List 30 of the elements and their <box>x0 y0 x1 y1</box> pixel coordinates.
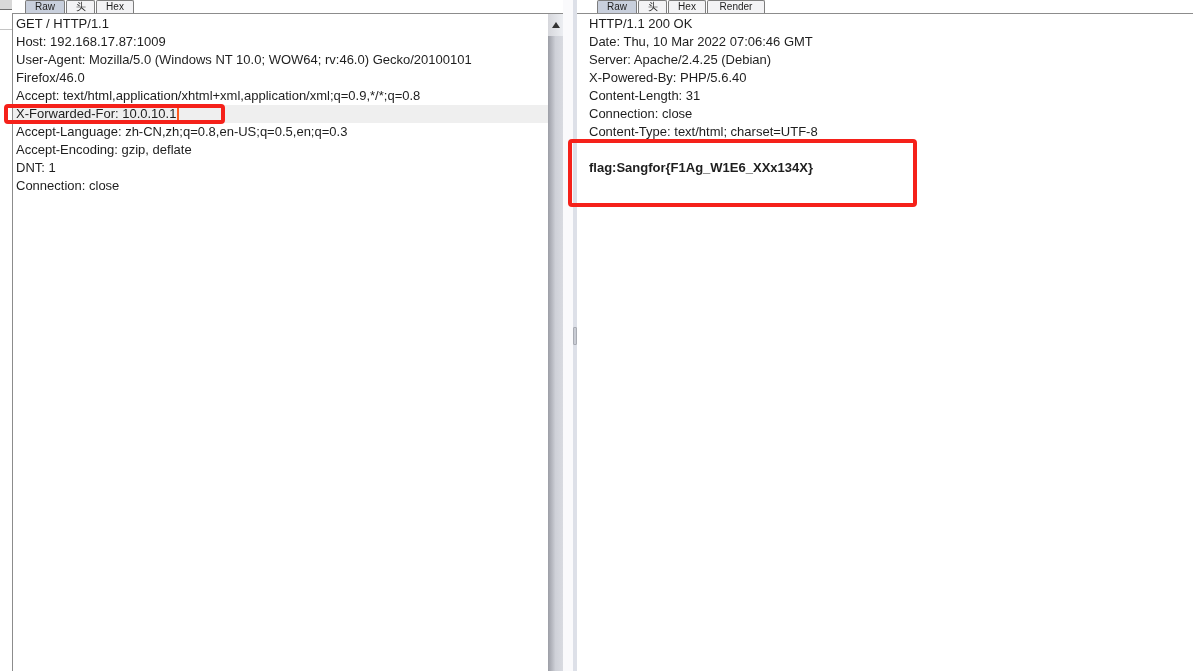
text-line: Connection: close <box>16 177 120 195</box>
editor-tab[interactable]: 头 <box>66 0 95 13</box>
text-line: Accept-Language: zh-CN,zh;q=0.8,en-US;q=0.5,en;q=0.3 <box>16 123 348 141</box>
text-line: X-Forwarded-For: 10.0.10.1 <box>16 105 177 123</box>
text-cursor-icon <box>177 106 180 122</box>
text-line: Host: 192.168.17.87:1009 <box>16 33 166 51</box>
text-line: flag:Sangfor{F1Ag_W1E6_XXx134X} <box>589 159 813 177</box>
text-line: DNT: 1 <box>16 159 56 177</box>
scrollbar[interactable] <box>548 13 563 671</box>
text-line: Firefox/46.0 <box>16 69 85 87</box>
editor-tab[interactable]: Hex <box>668 0 706 13</box>
text-line: Accept: text/html,application/xhtml+xml,application/xml;q=0.9,*/*;q=0.8 <box>16 87 421 105</box>
editor-tab[interactable]: 头 <box>638 0 667 13</box>
text-line: Connection: close <box>589 105 693 123</box>
text-line: HTTP/1.1 200 OK <box>589 15 693 33</box>
text-line: User-Agent: Mozilla/5.0 (Windows NT 10.0; WOW64; rv:46.0) Gecko/20100101 <box>16 51 472 69</box>
editor-tab[interactable]: Raw <box>597 0 637 13</box>
text-line: Accept-Encoding: gzip, deflate <box>16 141 192 159</box>
text-line: Server: Apache/2.4.25 (Debian) <box>589 51 772 69</box>
splitter-handle[interactable] <box>573 326 577 345</box>
text-line: X-Powered-By: PHP/5.6.40 <box>589 69 747 87</box>
text-line: Content-Type: text/html; charset=UTF-8 <box>589 123 818 141</box>
text-line: Date: Thu, 10 Mar 2022 07:06:46 GMT <box>589 33 813 51</box>
text-line: Content-Length: 31 <box>589 87 701 105</box>
scroll-up-icon[interactable] <box>551 22 560 28</box>
splitter[interactable] <box>563 0 577 671</box>
text-line: GET / HTTP/1.1 <box>16 15 109 33</box>
editor-tab[interactable]: Render <box>707 0 765 13</box>
editor-tab[interactable]: Raw <box>25 0 65 13</box>
editor-tab[interactable]: Hex <box>96 0 134 13</box>
